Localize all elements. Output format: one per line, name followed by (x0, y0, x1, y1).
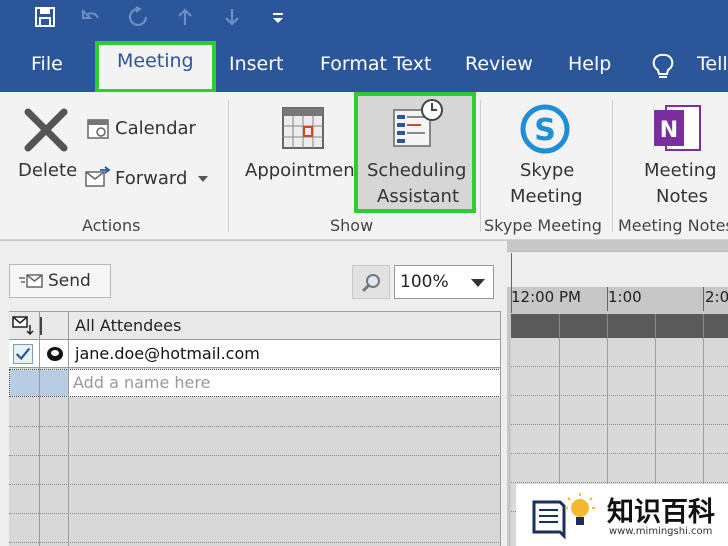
arrow-up-icon[interactable] (173, 5, 197, 29)
watermark-url: www.mimingshi.com (609, 526, 713, 537)
forward-button[interactable]: Forward (115, 168, 187, 189)
appointment-icon (281, 106, 325, 150)
magnifier-icon (361, 272, 383, 294)
required-column-icon[interactable] (40, 317, 42, 335)
grid-line (511, 482, 728, 483)
response-column-icon[interactable] (11, 315, 35, 337)
group-label-skype-meeting: Skype Meeting (484, 216, 602, 235)
all-attendees-header: All Attendees (75, 316, 182, 335)
forward-dropdown-icon[interactable] (198, 176, 208, 182)
redo-icon[interactable] (126, 5, 150, 29)
tab-meeting[interactable]: Meeting (95, 41, 216, 93)
delete-button[interactable]: Delete (18, 160, 77, 181)
time-label: 1:00 (608, 288, 642, 306)
grid-line (9, 455, 501, 456)
time-label: 12:00 PM (511, 288, 581, 306)
calendar-button[interactable]: Calendar (115, 118, 196, 139)
arrow-down-icon[interactable] (220, 5, 244, 29)
grid-line (500, 312, 501, 546)
watermark-logo-icon (530, 490, 600, 540)
grid-line (9, 426, 501, 427)
attendee-grid: All Attendees jane.doe@hotmail.com Add a… (9, 311, 501, 546)
timeline-date-bar (507, 251, 728, 287)
chevron-down-icon (471, 279, 485, 287)
skype-meeting-label-2[interactable]: Meeting (510, 186, 583, 207)
busy-bar-divider (607, 314, 608, 338)
grid-line (9, 542, 501, 543)
onenote-icon: N (652, 102, 702, 154)
scheduling-assistant-icon (392, 98, 444, 148)
delete-icon[interactable] (22, 108, 70, 152)
quick-access-toolbar (0, 0, 728, 34)
scheduling-assistant-label-1: Scheduling (367, 160, 467, 181)
skype-meeting-label-1[interactable]: Skype (520, 160, 574, 181)
busy-bar-divider (655, 314, 656, 338)
zoom-select[interactable]: 100% (394, 265, 494, 299)
scheduling-assistant-label-2: Assistant (377, 186, 460, 207)
attendee-panel: Send 100% All Attendees jane.doe@hotmail… (0, 241, 507, 546)
appointment-button[interactable]: Appointment (245, 160, 362, 181)
meeting-notes-label-1[interactable]: Meeting (644, 160, 717, 181)
tab-review[interactable]: Review (465, 44, 533, 84)
forward-icon (84, 166, 112, 190)
group-separator (228, 100, 229, 232)
meeting-notes-label-2[interactable]: Notes (656, 186, 708, 207)
group-separator (480, 100, 481, 232)
add-name-input[interactable]: Add a name here (73, 373, 210, 392)
grid-line (511, 424, 728, 425)
busy-bar-divider (559, 314, 560, 338)
ribbon: Delete Calendar Forward Actions Appointm… (0, 92, 728, 240)
grid-line (511, 366, 728, 367)
group-separator (612, 100, 613, 232)
time-label: 2:0 (705, 288, 728, 306)
group-label-meeting-notes: Meeting Notes (618, 216, 728, 235)
grid-line (9, 513, 501, 514)
zoom-value: 100% (400, 272, 449, 292)
tab-tell-me[interactable]: Tell (697, 44, 728, 84)
customize-toolbar-icon[interactable] (266, 5, 290, 29)
add-attendee-row[interactable]: Add a name here (9, 369, 501, 397)
tab-help[interactable]: Help (568, 44, 611, 84)
time-tick (703, 287, 704, 311)
send-button[interactable]: Send (9, 264, 111, 298)
send-label: Send (48, 271, 91, 291)
ribbon-tabs: File Meeting Insert Format Text Review H… (0, 34, 728, 93)
skype-icon: S (518, 102, 572, 156)
send-icon (18, 273, 44, 291)
required-attendee-icon[interactable] (45, 345, 65, 363)
tab-file[interactable]: File (31, 44, 63, 84)
undo-icon[interactable] (80, 5, 104, 29)
watermark-title: 知识百科 (607, 497, 715, 528)
attendee-grid-header: All Attendees (9, 312, 501, 340)
attendee-checkbox[interactable] (13, 344, 33, 364)
attendee-email: jane.doe@hotmail.com (75, 344, 260, 363)
grid-line (9, 484, 501, 485)
svg-text:S: S (534, 113, 556, 148)
all-attendees-busy-bar (511, 314, 728, 338)
group-label-show: Show (330, 216, 374, 235)
save-icon[interactable] (33, 5, 57, 29)
grid-line (39, 312, 40, 546)
tab-format-text[interactable]: Format Text (320, 44, 431, 84)
tab-insert[interactable]: Insert (229, 44, 284, 84)
lightbulb-icon[interactable] (650, 52, 676, 82)
zoom-button[interactable] (352, 265, 390, 299)
attendee-row[interactable]: jane.doe@hotmail.com (9, 340, 501, 368)
group-label-actions: Actions (82, 216, 141, 235)
grid-line (511, 453, 728, 454)
grid-line (68, 312, 69, 546)
svg-text:N: N (660, 118, 678, 143)
busy-bar-divider (703, 314, 704, 338)
scheduling-assistant-button[interactable]: Scheduling Assistant (354, 92, 476, 213)
watermark: 知识百科 www.mimingshi.com (516, 484, 728, 546)
calendar-icon (86, 116, 110, 140)
grid-line (511, 395, 728, 396)
